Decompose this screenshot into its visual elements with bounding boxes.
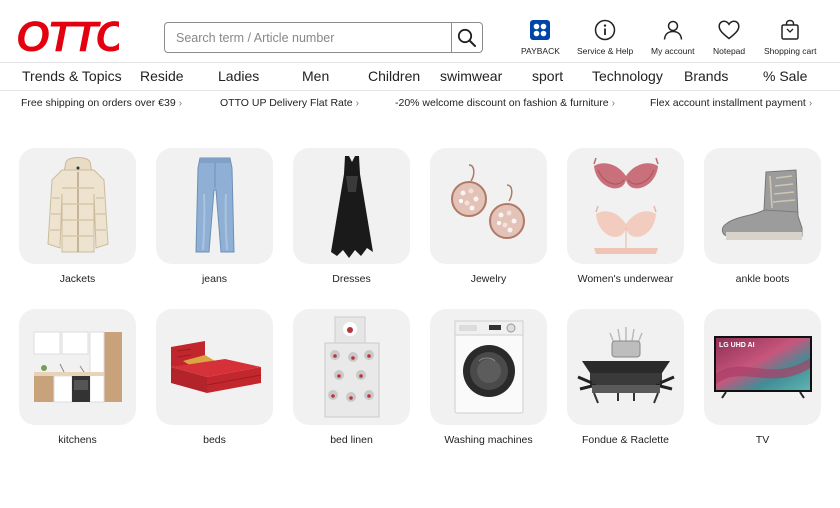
boot-image	[721, 169, 802, 240]
search-button[interactable]	[451, 23, 482, 52]
nav-item-swimwear[interactable]: swimwear	[440, 68, 502, 84]
category-tile-beds[interactable]: beds	[156, 309, 273, 446]
usp-otto-up[interactable]: OTTO UP Delivery Flat Rate ›	[220, 97, 359, 109]
shopping-cart-label: Shopping cart	[764, 46, 817, 56]
category-tile-jewelry[interactable]: Jewelry	[430, 148, 547, 285]
usp-free-shipping-label: Free shipping on orders over €39	[21, 97, 176, 109]
dress-image	[330, 156, 373, 258]
usp-flex-account[interactable]: Flex account installment payment ›	[650, 97, 812, 109]
category-label: Jackets	[59, 273, 96, 285]
category-label: Jewelry	[470, 273, 507, 285]
category-label: TV	[755, 434, 770, 446]
nav-item-sport[interactable]: sport	[532, 68, 563, 84]
earrings-image	[450, 164, 525, 239]
notepad-link[interactable]: Notepad	[713, 18, 745, 56]
chevron-right-icon: ›	[808, 98, 813, 109]
category-tile-womens-underwear[interactable]: Women's underwear	[567, 148, 684, 285]
category-label: kitchens	[58, 434, 97, 446]
usp-welcome-discount[interactable]: -20% welcome discount on fashion & furni…	[395, 97, 615, 109]
nav-item-men[interactable]: Men	[302, 68, 329, 84]
category-tile-jeans[interactable]: jeans	[156, 148, 273, 285]
nav-item-sale[interactable]: % Sale	[763, 68, 807, 84]
heart-icon	[718, 20, 740, 40]
category-tile-bed-linen[interactable]: bed linen	[293, 309, 410, 446]
shopping-cart-link[interactable]: Shopping cart	[764, 18, 816, 56]
category-label: Washing machines	[444, 434, 533, 446]
otto-logo[interactable]: OTTO	[15, 16, 119, 58]
jeans-image	[194, 157, 235, 253]
category-label: bed linen	[330, 434, 373, 446]
nav-item-ladies[interactable]: Ladies	[218, 68, 259, 84]
usp-flex-account-label: Flex account installment payment	[650, 97, 806, 109]
chevron-right-icon: ›	[611, 98, 615, 109]
category-tile-kitchens[interactable]: kitchens	[19, 309, 136, 446]
search-input[interactable]	[165, 23, 453, 52]
my-account-link[interactable]: My account	[651, 18, 694, 56]
payback-link[interactable]: PAYBACK	[521, 18, 560, 56]
chevron-right-icon: ›	[178, 98, 183, 109]
payback-icon	[530, 20, 551, 40]
nav-item-brands[interactable]: Brands	[684, 68, 728, 84]
nav-item-technology[interactable]: Technology	[592, 68, 663, 84]
nav-item-reside[interactable]: Reside	[140, 68, 184, 84]
category-label: ankle boots	[735, 273, 790, 285]
category-label: jeans	[201, 273, 228, 285]
kitchen-image	[33, 331, 122, 403]
category-tile-washing-machines[interactable]: Washing machines	[430, 309, 547, 446]
category-label: Fondue & Raclette	[582, 434, 669, 446]
search-icon	[457, 28, 476, 47]
category-label: beds	[203, 434, 226, 446]
usp-otto-up-label: OTTO UP Delivery Flat Rate	[220, 97, 353, 109]
category-tile-fondue-raclette[interactable]: Fondue & Raclette	[567, 309, 684, 446]
search-bar	[164, 22, 483, 53]
bra-image	[592, 157, 659, 254]
category-tile-tv[interactable]: LG UHD AI TV	[704, 309, 821, 446]
nav-item-trends-topics[interactable]: Trends & Topics	[22, 68, 122, 84]
cart-icon	[781, 19, 799, 40]
my-account-label: My account	[651, 46, 695, 56]
category-nav: Trends & Topics Reside Ladies Men Childr…	[0, 62, 840, 91]
tv-screen-text: LG UHD AI	[719, 342, 755, 349]
header: OTTO PAYBACK	[0, 0, 840, 62]
washing-machine-image	[454, 320, 523, 414]
logo-text: OTTO	[16, 16, 119, 56]
usp-free-shipping[interactable]: Free shipping on orders over €39 ›	[21, 97, 182, 109]
category-label: Dresses	[332, 273, 371, 285]
service-help-link[interactable]: Service & Help	[577, 18, 633, 56]
bed-linen-image	[324, 316, 379, 418]
notepad-label: Notepad	[713, 46, 746, 56]
person-icon	[663, 20, 682, 40]
chevron-right-icon: ›	[355, 98, 359, 109]
raclette-image	[576, 327, 675, 404]
usp-bar: Free shipping on orders over €39 › OTTO U…	[0, 93, 840, 113]
bed-image	[170, 341, 261, 393]
category-tile-jackets[interactable]: Jackets	[19, 148, 136, 285]
info-icon	[594, 19, 616, 41]
jacket-image	[46, 157, 109, 253]
tv-image: LG UHD AI	[713, 336, 812, 399]
service-help-label: Service & Help	[577, 46, 634, 56]
category-tile-ankle-boots[interactable]: ankle boots	[704, 148, 821, 285]
category-tile-dresses[interactable]: Dresses	[293, 148, 410, 285]
payback-label: PAYBACK	[521, 46, 560, 56]
usp-welcome-discount-label: -20% welcome discount on fashion & furni…	[395, 97, 609, 109]
nav-item-children[interactable]: Children	[368, 68, 420, 84]
category-label: Women's underwear	[577, 273, 674, 285]
